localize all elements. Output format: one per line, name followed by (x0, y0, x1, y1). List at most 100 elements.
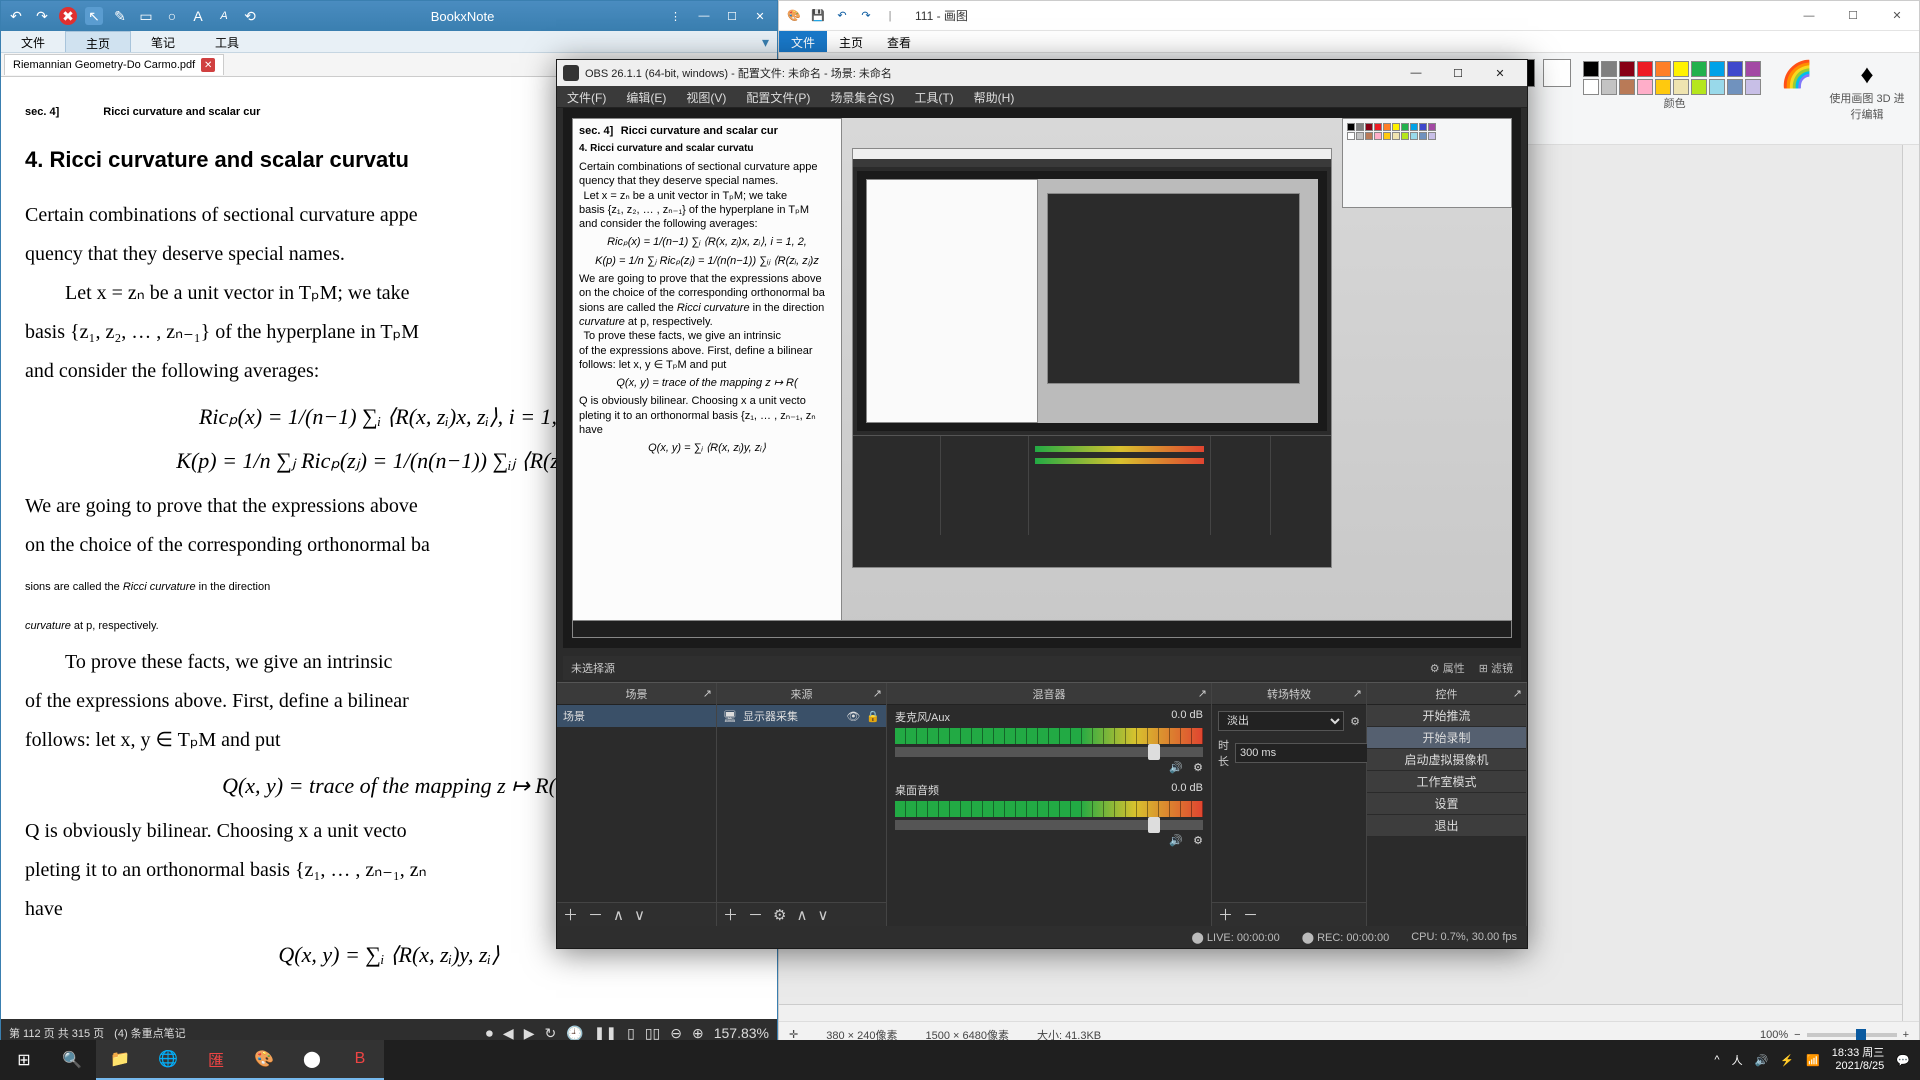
notifications-icon[interactable]: 💬 (1896, 1054, 1910, 1067)
color-swatch[interactable] (1727, 79, 1743, 95)
popout-icon[interactable]: ↗ (1353, 687, 1362, 700)
color-swatch[interactable] (1583, 61, 1599, 77)
zoom-out-icon[interactable]: − (1794, 1029, 1800, 1041)
next-icon[interactable]: ▶ (524, 1025, 535, 1042)
source-item[interactable]: 🖥 显示器采集 👁 🔒 (717, 705, 886, 727)
single-page-icon[interactable]: ▯ (627, 1025, 635, 1042)
color-swatch[interactable] (1655, 79, 1671, 95)
redo-icon[interactable]: ↷ (33, 7, 51, 25)
speaker-icon[interactable]: 🔊 (1169, 834, 1183, 847)
color-palette[interactable] (1583, 61, 1761, 95)
maximize-icon[interactable]: ☐ (719, 5, 745, 27)
taskbar-app[interactable]: 匯 (192, 1040, 240, 1080)
menu-edit[interactable]: 编辑(E) (616, 86, 676, 107)
studio-mode-button[interactable]: 工作室模式 (1367, 771, 1526, 793)
more-icon[interactable]: ⋮ (660, 10, 691, 23)
zoom-out-icon[interactable]: ⊖ (670, 1025, 682, 1042)
color-swatch[interactable] (1619, 61, 1635, 77)
menu-home[interactable]: 主页 (65, 31, 131, 52)
zoom-in-icon[interactable]: + (1903, 1029, 1909, 1041)
add-icon[interactable]: ＋ (563, 904, 578, 925)
scene-item[interactable]: 场景 (557, 705, 716, 727)
hscrollbar[interactable] (779, 1004, 1902, 1021)
add-icon[interactable]: ＋ (723, 904, 738, 925)
start-recording-button[interactable]: 开始录制 (1367, 727, 1526, 749)
tab-view[interactable]: 查看 (875, 31, 923, 52)
zoom-in-icon[interactable]: ⊕ (692, 1025, 704, 1042)
up-icon[interactable]: ∧ (613, 906, 624, 924)
prev-icon[interactable]: ◀ (503, 1025, 514, 1042)
color-swatch[interactable] (1745, 61, 1761, 77)
transition-select[interactable]: 淡出 (1218, 711, 1344, 731)
chevron-down-icon[interactable]: ▾ (754, 31, 777, 52)
menu-file[interactable]: 文件 (1, 31, 65, 52)
properties-button[interactable]: ⚙ 属性 (1430, 660, 1465, 676)
redo-icon[interactable]: ↷ (857, 7, 875, 25)
menu-profile[interactable]: 配置文件(P) (736, 86, 820, 107)
color-swatch[interactable] (1727, 61, 1743, 77)
remove-icon[interactable]: － (1243, 904, 1258, 925)
visibility-icon[interactable]: 👁 (846, 710, 860, 723)
add-icon[interactable]: ＋ (1218, 904, 1233, 925)
pencil-icon[interactable]: ✎ (111, 7, 129, 25)
color-swatch[interactable] (1601, 61, 1617, 77)
rect-icon[interactable]: ▭ (137, 7, 155, 25)
start-virtual-camera-button[interactable]: 启动虚拟摄像机 (1367, 749, 1526, 771)
gear-icon[interactable]: ⚙ (773, 906, 786, 924)
refresh-icon[interactable]: ↻ (544, 1025, 556, 1042)
tab-file[interactable]: 文件 (779, 31, 827, 52)
menu-tools[interactable]: 工具 (195, 31, 259, 52)
menu-help[interactable]: 帮助(H) (964, 86, 1025, 107)
stop-icon[interactable]: ✖ (59, 7, 77, 25)
minimize-icon[interactable]: — (691, 5, 717, 27)
remove-icon[interactable]: － (748, 904, 763, 925)
color-swatch[interactable] (1637, 79, 1653, 95)
color-swatch[interactable] (1691, 79, 1707, 95)
clock[interactable]: 18:33 周三 2021/8/25 (1832, 1047, 1885, 1073)
volume-icon[interactable]: 🔊 (1755, 1054, 1769, 1067)
down-icon[interactable]: ∨ (817, 906, 828, 924)
color-swatch[interactable] (1583, 79, 1599, 95)
maximize-icon[interactable]: ☐ (1437, 61, 1479, 85)
close-icon[interactable]: ✕ (1875, 2, 1919, 30)
remove-icon[interactable]: － (588, 904, 603, 925)
text-icon[interactable]: A (189, 7, 207, 25)
gear-icon[interactable]: ⚙ (1193, 761, 1203, 774)
zoom-slider[interactable] (1807, 1033, 1897, 1037)
popout-icon[interactable]: ↗ (1198, 687, 1207, 700)
history-icon[interactable]: 🕘 (566, 1025, 583, 1042)
wifi-icon[interactable]: 📶 (1806, 1054, 1820, 1067)
taskbar-bookxnote[interactable]: B (336, 1040, 384, 1080)
color-swatch[interactable] (1709, 61, 1725, 77)
taskbar-explorer[interactable]: 📁 (96, 1040, 144, 1080)
ime-icon[interactable]: 人 (1732, 1052, 1743, 1068)
chevron-up-icon[interactable]: ^ (1714, 1054, 1719, 1066)
undo-icon[interactable]: ↶ (7, 7, 25, 25)
start-button[interactable]: ⊞ (0, 1040, 48, 1080)
speaker-icon[interactable]: 🔊 (1169, 761, 1183, 774)
color-swatch[interactable] (1691, 61, 1707, 77)
tab-close-icon[interactable]: ✕ (201, 58, 215, 72)
taskbar-paint[interactable]: 🎨 (240, 1040, 288, 1080)
undo-icon[interactable]: ↶ (833, 7, 851, 25)
taskbar-chrome[interactable]: 🌐 (144, 1040, 192, 1080)
up-icon[interactable]: ∧ (796, 906, 807, 924)
pause-icon[interactable]: ❚❚ (594, 1025, 617, 1042)
save-icon[interactable]: 💾 (809, 7, 827, 25)
start-streaming-button[interactable]: 开始推流 (1367, 705, 1526, 727)
popout-icon[interactable]: ↗ (1513, 687, 1522, 700)
color-swatch[interactable] (1745, 79, 1761, 95)
close-icon[interactable]: ✕ (747, 5, 773, 27)
color-swatch[interactable] (1709, 79, 1725, 95)
obs-preview[interactable]: sec. 4] Ricci curvature and scalar cur 4… (563, 108, 1521, 648)
volume-slider[interactable] (895, 747, 1203, 757)
popout-icon[interactable]: ↗ (873, 687, 882, 700)
close-icon[interactable]: ✕ (1479, 61, 1521, 85)
search-icon[interactable]: 🔍 (48, 1040, 96, 1080)
color-swatch[interactable] (1637, 61, 1653, 77)
maximize-icon[interactable]: ☐ (1831, 2, 1875, 30)
two-page-icon[interactable]: ▯▯ (645, 1025, 660, 1042)
lock-icon[interactable]: 🔒 (866, 710, 880, 723)
network-icon[interactable]: ⚡ (1780, 1054, 1794, 1067)
color2-swatch[interactable] (1543, 59, 1571, 87)
